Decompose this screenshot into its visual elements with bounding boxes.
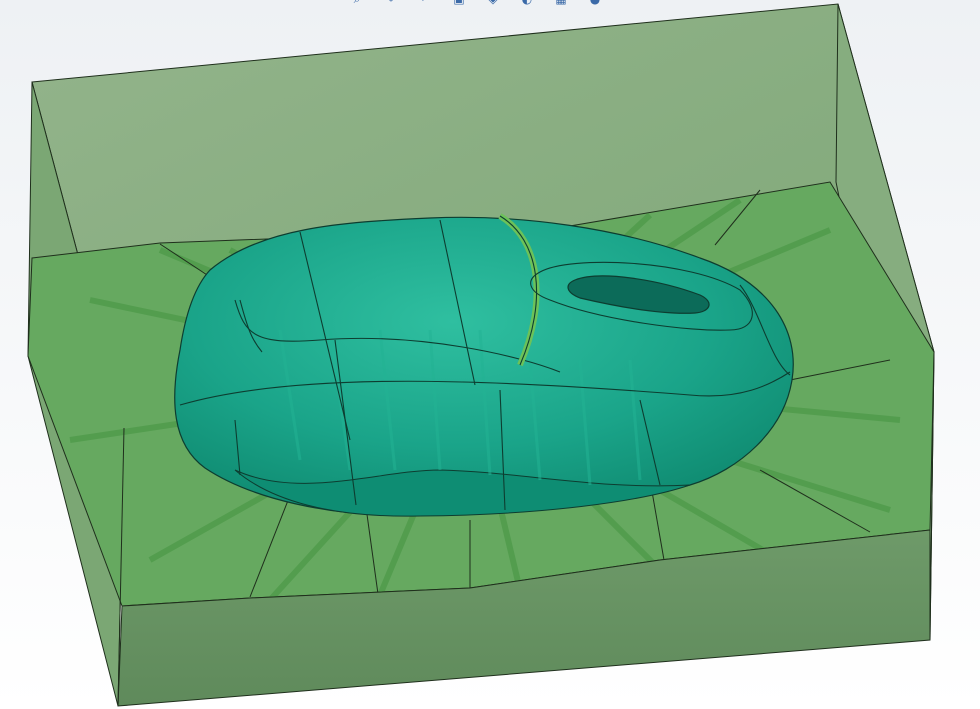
view-orientation-icon[interactable]: ◈ — [486, 0, 500, 6]
graphics-viewport[interactable] — [0, 0, 980, 709]
display-style-icon[interactable]: ◐ — [520, 0, 534, 6]
zoom-area-icon[interactable]: ⌖ — [384, 0, 398, 6]
heads-up-view-toolbar[interactable]: ⌕ ⌖ ↶ ▣ ◈ ◐ ▦ ● — [350, 0, 602, 6]
hide-show-items-icon[interactable]: ▦ — [554, 0, 568, 6]
zoom-to-fit-icon[interactable]: ⌕ — [350, 0, 364, 6]
previous-view-icon[interactable]: ↶ — [418, 0, 432, 6]
section-view-icon[interactable]: ▣ — [452, 0, 466, 6]
edit-appearance-icon[interactable]: ● — [588, 0, 602, 6]
mouse-shell[interactable] — [174, 213, 794, 517]
model-canvas[interactable] — [0, 0, 980, 709]
